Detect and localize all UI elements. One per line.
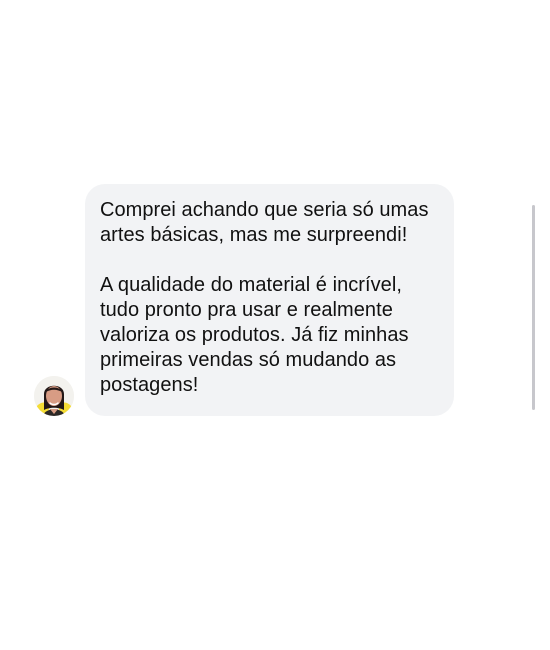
chat-screen: Comprei achando que seria só umas artes … [0, 0, 550, 650]
message-paragraph-2: A qualidade do material é incrível, tudo… [100, 274, 409, 396]
message-bubble[interactable]: Comprei achando que seria só umas artes … [85, 184, 454, 416]
message-paragraph-1: Comprei achando que seria só umas artes … [100, 199, 429, 246]
vertical-scrollbar[interactable] [531, 205, 536, 410]
user-avatar-icon[interactable] [34, 376, 74, 416]
received-message: Comprei achando que seria só umas artes … [34, 184, 454, 416]
scrollbar-thumb[interactable] [532, 205, 535, 410]
